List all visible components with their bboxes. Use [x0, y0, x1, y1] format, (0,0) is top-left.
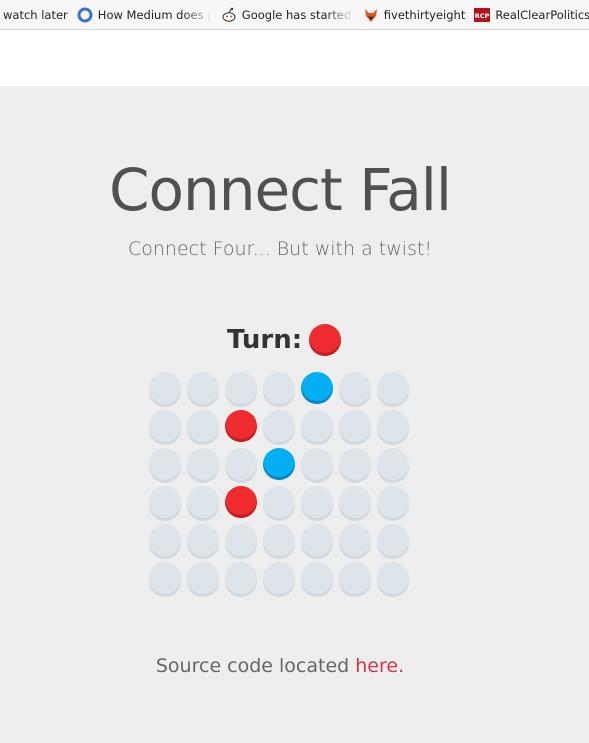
- board-cell-empty[interactable]: [263, 410, 295, 442]
- bookmark-label: RealClearPolitics: [495, 7, 589, 22]
- board-cell-empty[interactable]: [187, 372, 219, 404]
- svg-text:RCP: RCP: [475, 12, 490, 20]
- circle-o-icon: [77, 7, 93, 23]
- reddit-icon: [221, 7, 237, 23]
- board-cell-empty[interactable]: [377, 524, 409, 556]
- board-cell-empty[interactable]: [225, 562, 257, 594]
- page-title: Connect Fall: [108, 156, 452, 224]
- board-cell-empty[interactable]: [339, 562, 371, 594]
- board-cell-empty[interactable]: [187, 562, 219, 594]
- board-row: [149, 486, 415, 524]
- board-cell-empty[interactable]: [187, 524, 219, 556]
- bookmark-watch-later[interactable]: watch later: [0, 0, 74, 29]
- board-row: [149, 372, 415, 410]
- game-area: Connect Fall Connect Four... But with a …: [0, 86, 589, 743]
- game-board: [149, 372, 415, 600]
- board-cell-empty[interactable]: [301, 448, 333, 480]
- bookmark-reddit[interactable]: Google has started a: [218, 0, 360, 29]
- board-cell-empty[interactable]: [225, 372, 257, 404]
- bookmark-label: Google has started a: [241, 7, 354, 22]
- board-cell-empty[interactable]: [149, 410, 181, 442]
- board-cell-empty[interactable]: [377, 562, 409, 594]
- board-cell-empty[interactable]: [187, 410, 219, 442]
- turn-chip: [309, 324, 342, 356]
- bookmark-medium[interactable]: How Medium does pr: [74, 0, 218, 29]
- board-cell-empty[interactable]: [225, 524, 257, 556]
- board-cell-empty[interactable]: [263, 562, 295, 594]
- turn-label: Turn:: [227, 325, 303, 355]
- board-cell-empty[interactable]: [187, 448, 219, 480]
- source-code-link[interactable]: here.: [355, 655, 404, 677]
- page-top-spacer: [0, 31, 589, 86]
- board-cell-empty[interactable]: [301, 562, 333, 594]
- board-cell-empty[interactable]: [263, 524, 295, 556]
- board-row: [149, 448, 415, 486]
- turn-indicator: Turn:: [227, 324, 342, 356]
- board-cell-red-chip[interactable]: [225, 486, 257, 518]
- board-cell-empty[interactable]: [263, 486, 295, 518]
- page-subtitle: Connect Four... But with a twist!: [128, 238, 432, 260]
- board-cell-blue-chip[interactable]: [301, 372, 333, 404]
- footer: Source code located here.: [0, 655, 560, 677]
- board-cell-empty[interactable]: [377, 410, 409, 442]
- board-cell-empty[interactable]: [377, 372, 409, 404]
- board-row: [149, 562, 415, 600]
- bookmark-label: fivethirtyeight: [383, 7, 466, 22]
- board-cell-empty[interactable]: [149, 448, 181, 480]
- fox-icon: [363, 7, 379, 23]
- board-cell-empty[interactable]: [263, 372, 295, 404]
- board-cell-empty[interactable]: [339, 410, 371, 442]
- board-cell-empty[interactable]: [225, 448, 257, 480]
- board-cell-empty[interactable]: [339, 448, 371, 480]
- footer-text: Source code located: [155, 655, 356, 677]
- board-row: [149, 410, 415, 448]
- board-cell-empty[interactable]: [339, 372, 371, 404]
- rcp-icon: RCP: [474, 7, 491, 23]
- board-cell-empty[interactable]: [377, 448, 409, 480]
- board-cell-blue-chip[interactable]: [263, 448, 295, 480]
- board-cell-empty[interactable]: [149, 486, 181, 518]
- board-cell-empty[interactable]: [301, 486, 333, 518]
- board-cell-empty[interactable]: [339, 486, 371, 518]
- board-cell-empty[interactable]: [301, 410, 333, 442]
- board-cell-red-chip[interactable]: [225, 410, 257, 442]
- bookmark-realclearpolitics[interactable]: RCP RealClearPolitics: [471, 0, 589, 29]
- board-cell-empty[interactable]: [377, 486, 409, 518]
- board-cell-empty[interactable]: [149, 372, 181, 404]
- bookmark-fivethirtyeight[interactable]: fivethirtyeight: [360, 0, 472, 29]
- board-cell-empty[interactable]: [187, 486, 219, 518]
- bookmark-label: watch later: [3, 7, 68, 22]
- bookmark-label: How Medium does pr: [97, 7, 212, 22]
- bookmarks-bar: watch later How Medium does pr Google ha…: [0, 0, 589, 30]
- board-row: [149, 524, 415, 562]
- board-cell-empty[interactable]: [149, 524, 181, 556]
- board-cell-empty[interactable]: [301, 524, 333, 556]
- board-cell-empty[interactable]: [149, 562, 181, 594]
- board-cell-empty[interactable]: [339, 524, 371, 556]
